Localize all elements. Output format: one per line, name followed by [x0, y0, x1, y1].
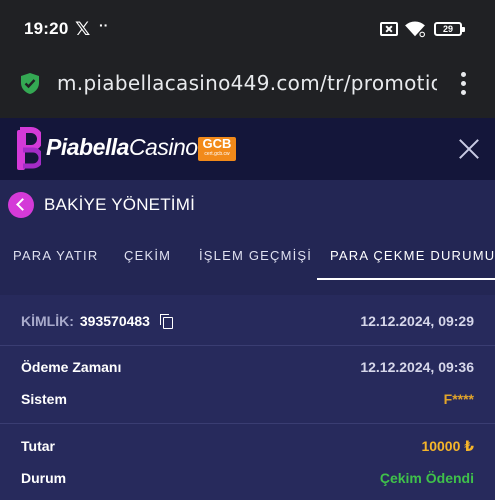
- site-header: PiabellaCasino GCB cert.gcb.cw: [0, 118, 495, 180]
- divider: [0, 423, 495, 424]
- payment-time-value: 12.12.2024, 09:36: [360, 359, 474, 375]
- status-time: 19:20: [24, 19, 69, 38]
- tab-withdraw[interactable]: ÇEKİM: [124, 248, 171, 263]
- tab-bar: PARA YATIR ÇEKİM İŞLEM GEÇMİŞİ PARA ÇEKM…: [0, 236, 495, 280]
- withdrawal-id-row: KİMLİK: 393570483 12.12.2024, 09:29: [21, 313, 474, 333]
- back-button[interactable]: [8, 192, 34, 218]
- status-label: Durum: [21, 470, 67, 486]
- url-text[interactable]: m.piabellacasino449.com/tr/promotion: [57, 71, 437, 95]
- copy-icon[interactable]: [159, 314, 173, 329]
- withdrawal-card: KİMLİK: 393570483 12.12.2024, 09:29 Ödeme…: [0, 295, 495, 500]
- amount-row: Tutar 10000 ₺: [21, 438, 474, 458]
- payment-time-row: Ödeme Zamanı 12.12.2024, 09:36: [21, 359, 474, 379]
- system-value: F****: [443, 391, 474, 407]
- secure-shield-icon[interactable]: [20, 72, 40, 95]
- tab-deposit[interactable]: PARA YATIR: [13, 248, 98, 263]
- battery-icon: 29: [434, 22, 465, 36]
- more-notifications-icon: ··: [99, 17, 109, 33]
- gcb-license-badge[interactable]: GCB cert.gcb.cw: [198, 137, 236, 161]
- balance-management-panel: BAKİYE YÖNETİMİ PARA YATIR ÇEKİM İŞLEM G…: [0, 180, 495, 500]
- status-bar: 19:20 𝕏 ·· 29: [0, 0, 495, 58]
- piabella-logo-icon[interactable]: [15, 126, 41, 172]
- tab-withdrawal-status[interactable]: PARA ÇEKME DURUMU: [330, 248, 495, 263]
- wifi-icon: [405, 21, 425, 38]
- close-icon[interactable]: [458, 138, 480, 160]
- divider: [0, 345, 495, 346]
- withdrawal-id-value: 393570483: [79, 313, 150, 329]
- amount-value: 10000 ₺: [421, 438, 474, 454]
- site-logo-text[interactable]: PiabellaCasino: [46, 134, 198, 161]
- browser-menu-icon[interactable]: [461, 72, 467, 96]
- withdrawal-id-label: KİMLİK: 393570483: [21, 313, 173, 329]
- page-title: BAKİYE YÖNETİMİ: [44, 195, 196, 214]
- status-row: Durum Çekim Ödendi: [21, 470, 474, 490]
- data-saver-icon: [380, 22, 398, 36]
- system-row: Sistem F****: [21, 391, 474, 411]
- created-at-value: 12.12.2024, 09:29: [360, 313, 474, 329]
- active-tab-indicator: [317, 278, 495, 280]
- tab-transaction-history[interactable]: İŞLEM GEÇMİŞİ: [199, 248, 312, 263]
- status-value: Çekim Ödendi: [379, 470, 474, 486]
- x-app-icon: 𝕏: [75, 19, 91, 40]
- payment-time-label: Ödeme Zamanı: [21, 359, 122, 375]
- system-label: Sistem: [21, 391, 67, 407]
- amount-label: Tutar: [21, 438, 55, 454]
- browser-address-bar[interactable]: m.piabellacasino449.com/tr/promotion: [0, 58, 495, 118]
